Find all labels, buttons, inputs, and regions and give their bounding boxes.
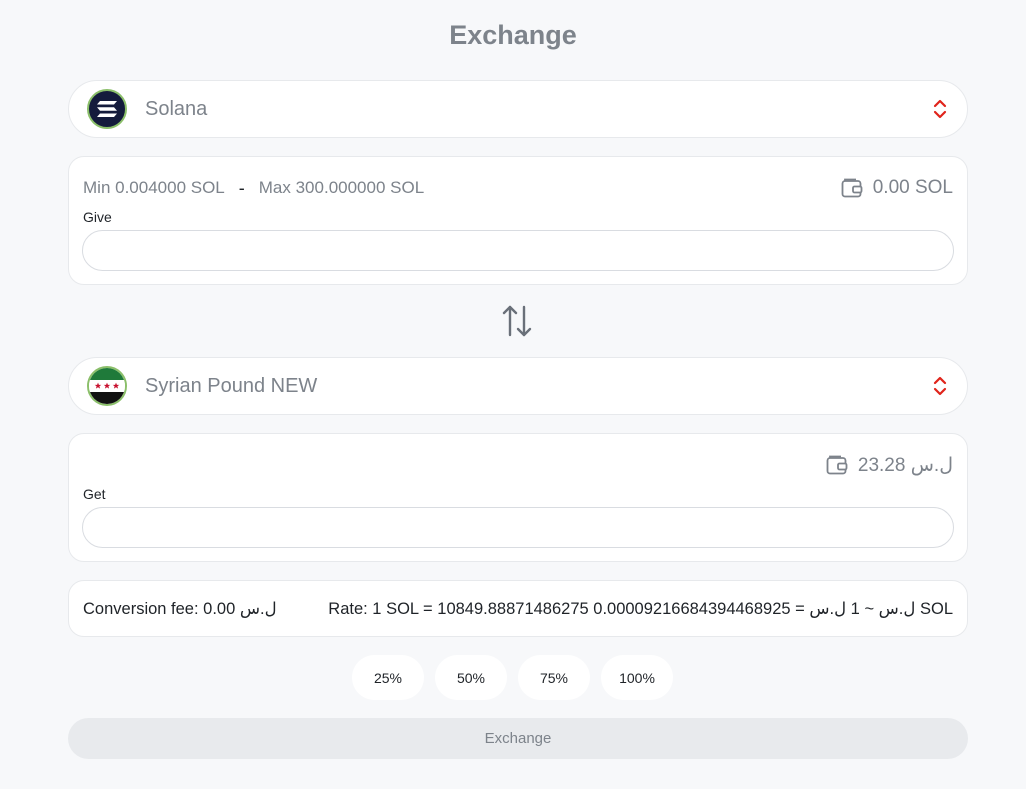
percent-50-button[interactable]: 50% [435,655,507,700]
amount-limits: Min 0.004000 SOL - Max 300.000000 SOL [83,178,424,199]
wallet-icon [826,455,848,475]
give-amount-card: Min 0.004000 SOL - Max 300.000000 SOL 0.… [68,156,968,285]
exchange-rate: Rate: 1 SOL = 10849.88871486275 ل.س ~ 1 … [328,599,953,618]
conversion-info-card: Conversion fee: 0.00 ل.س Rate: 1 SOL = 1… [68,580,968,637]
give-label: Give [83,209,112,225]
wallet-icon [841,178,863,198]
percent-100-button[interactable]: 100% [601,655,673,700]
from-currency-name: Solana [145,97,208,120]
from-currency-selector[interactable]: Solana [68,80,968,138]
from-balance-value: 0.00 SOL [872,177,953,198]
exchange-button[interactable]: Exchange [68,718,968,759]
chevron-up-down-icon [933,99,947,119]
exchange-page: Exchange Solana Min 0.004000 SOL - Max 3… [0,0,1026,789]
syria-flag-icon [87,366,127,406]
page-title: Exchange [449,20,577,50]
get-input[interactable] [82,507,954,548]
solana-logo-icon [87,89,127,129]
max-limit: Max 300.000000 SOL [258,178,425,197]
to-balance-value: 23.28 ل.س [857,454,953,476]
get-amount-card: 23.28 ل.س Get [68,433,968,562]
to-balance: 23.28 ل.س [826,454,953,477]
to-currency-name: Syrian Pound NEW [145,374,318,397]
percent-buttons: 25% 50% 75% 100% [352,655,673,700]
chevron-up-down-icon [933,376,947,396]
give-input[interactable] [82,230,954,271]
min-limit: Min 0.004000 SOL [83,178,225,197]
percent-75-button[interactable]: 75% [518,655,590,700]
from-balance: 0.00 SOL [841,177,953,199]
get-label: Get [83,486,106,502]
to-currency-selector[interactable]: Syrian Pound NEW [68,357,968,415]
limit-separator: - [238,177,245,198]
conversion-fee: Conversion fee: 0.00 ل.س [83,599,277,618]
swap-arrows-icon[interactable] [500,303,534,339]
percent-25-button[interactable]: 25% [352,655,424,700]
